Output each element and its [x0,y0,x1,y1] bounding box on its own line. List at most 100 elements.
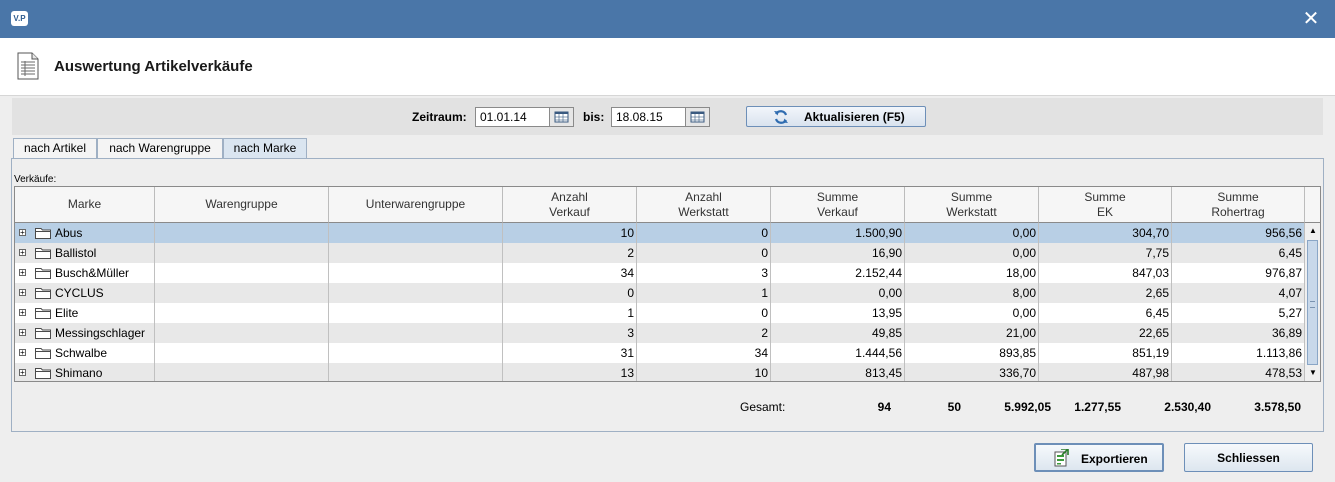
refresh-button[interactable]: Aktualisieren (F5) [746,106,926,127]
export-label: Exportieren [1081,452,1148,466]
column-header-anzahl-verkauf[interactable]: Anzahl Verkauf [503,187,637,223]
cell-anzahl-verkauf: 1 [503,303,637,323]
bis-label: bis: [583,110,605,124]
cell-anzahl-verkauf: 34 [503,263,637,283]
marke-name: Busch&Müller [55,266,130,280]
document-list-icon [17,52,39,80]
filter-bar: Zeitraum: 01.01.14 bis: 18.08.15 [12,98,1323,135]
cell-summe-werkstatt: 8,00 [905,283,1039,303]
expand-plus-icon[interactable]: + [19,329,26,337]
column-header-marke[interactable]: Marke [15,187,155,223]
expand-plus-icon[interactable]: + [19,269,26,277]
cell-anzahl-werkstatt: 2 [637,323,771,343]
column-header-summe-rohertrag[interactable]: Summe Rohertrag [1172,187,1305,223]
folder-icon [35,328,51,339]
cell-unterwarengruppe [329,243,503,263]
refresh-icon [774,110,788,124]
tab-nach-warengruppe[interactable]: nach Warengruppe [97,138,223,158]
column-header-summe-werkstatt[interactable]: Summe Werkstatt [905,187,1039,223]
column-header-summe-verkauf[interactable]: Summe Verkauf [771,187,905,223]
total-summe-werkstatt: 1.277,55 [1074,400,1121,414]
cell-unterwarengruppe [329,363,503,381]
expand-plus-icon[interactable]: + [19,369,26,377]
cell-summe-ek: 487,98 [1039,363,1172,381]
dialog-header: Auswertung Artikelverkäufe [0,38,1335,96]
page-title: Auswertung Artikelverkäufe [54,58,253,75]
expand-plus-icon[interactable]: + [19,349,26,357]
cell-warengruppe [155,263,329,283]
cell-summe-ek: 7,75 [1039,243,1172,263]
total-anzahl-werkstatt: 50 [947,400,961,414]
app-logo-icon: V.P [11,11,28,26]
cell-summe-ek: 22,65 [1039,323,1172,343]
folder-icon [35,308,51,319]
section-label-verkaeufe: Verkäufe: [14,174,57,185]
close-icon[interactable]: ✕ [1301,9,1321,29]
scroll-down-arrow-icon[interactable]: ▼ [1305,365,1320,381]
cell-marke: + Schwalbe [15,343,155,363]
scroll-up-arrow-icon[interactable]: ▲ [1305,223,1320,239]
tab-nach-marke[interactable]: nach Marke [223,138,307,159]
cell-warengruppe [155,243,329,263]
cell-summe-ek: 2,65 [1039,283,1172,303]
cell-warengruppe [155,223,329,243]
expand-plus-icon[interactable]: + [19,309,26,317]
cell-unterwarengruppe [329,283,503,303]
zeitraum-label: Zeitraum: [412,110,467,124]
expand-plus-icon[interactable]: + [19,249,26,257]
cell-summe-verkauf: 1.444,56 [771,343,905,363]
marke-name: Schwalbe [55,346,108,360]
folder-icon [35,348,51,359]
marke-name: Elite [55,306,79,320]
table-row[interactable]: + Shimano 13 10 813,45 336,70 487,98 478,53 [15,363,1305,381]
cell-unterwarengruppe [329,343,503,363]
cell-summe-ek: 847,03 [1039,263,1172,283]
column-header-anzahl-werkstatt[interactable]: Anzahl Werkstatt [637,187,771,223]
cell-summe-rohertrag: 478,53 [1172,363,1305,381]
table-row[interactable]: + Elite 1 0 13,95 0,00 6,45 5,27 [15,303,1305,323]
table-row[interactable]: + CYCLUS 0 1 0,00 8,00 2,65 4,07 [15,283,1305,303]
table-row[interactable]: + Abus 10 0 1.500,90 0,00 304,70 956,56 [15,223,1305,243]
date-from-calendar-button[interactable] [549,107,574,127]
date-to-field[interactable]: 18.08.15 [611,107,686,127]
table-row[interactable]: + Messingschlager 3 2 49,85 21,00 22,65 36,89 [15,323,1305,343]
cell-summe-rohertrag: 976,87 [1172,263,1305,283]
export-button[interactable]: Exportieren [1034,443,1164,472]
cell-summe-werkstatt: 0,00 [905,303,1039,323]
cell-summe-verkauf: 1.500,90 [771,223,905,243]
table-row[interactable]: + Schwalbe 31 34 1.444,56 893,85 851,19 1.113,8… [15,343,1305,363]
cell-anzahl-werkstatt: 34 [637,343,771,363]
cell-anzahl-werkstatt: 10 [637,363,771,381]
column-header-unterwarengruppe[interactable]: Unterwarengruppe [329,187,503,223]
expand-plus-icon[interactable]: + [19,289,26,297]
date-from-field[interactable]: 01.01.14 [475,107,550,127]
cell-summe-werkstatt: 18,00 [905,263,1039,283]
total-summe-rohertrag: 3.578,50 [1254,400,1301,414]
cell-summe-rohertrag: 6,45 [1172,243,1305,263]
marke-name: Abus [55,226,83,240]
cell-warengruppe [155,363,329,381]
cell-unterwarengruppe [329,263,503,283]
marke-name: Shimano [55,366,103,380]
cell-unterwarengruppe [329,323,503,343]
close-button[interactable]: Schliessen [1184,443,1313,472]
cell-summe-verkauf: 49,85 [771,323,905,343]
marke-name: Messingschlager [55,326,146,340]
cell-anzahl-verkauf: 3 [503,323,637,343]
column-header-summe-ek[interactable]: Summe EK [1039,187,1172,223]
tab-nach-artikel[interactable]: nach Artikel [13,138,97,158]
cell-summe-rohertrag: 1.113,86 [1172,343,1305,363]
table-row[interactable]: + Busch&Müller 34 3 2.152,44 18,00 847,03 976,8… [15,263,1305,283]
cell-warengruppe [155,343,329,363]
folder-icon [35,368,51,379]
scrollbar-thumb[interactable] [1307,240,1318,365]
cell-summe-werkstatt: 21,00 [905,323,1039,343]
table-row[interactable]: + Ballistol 2 0 16,90 0,00 7,75 6,45 [15,243,1305,263]
date-to-calendar-button[interactable] [685,107,710,127]
column-header-warengruppe[interactable]: Warengruppe [155,187,329,223]
vertical-scrollbar[interactable]: ▲ ▼ [1304,223,1320,381]
cell-summe-ek: 304,70 [1039,223,1172,243]
expand-plus-icon[interactable]: + [19,229,26,237]
cell-marke: + Busch&Müller [15,263,155,283]
refresh-label: Aktualisieren (F5) [804,110,905,124]
